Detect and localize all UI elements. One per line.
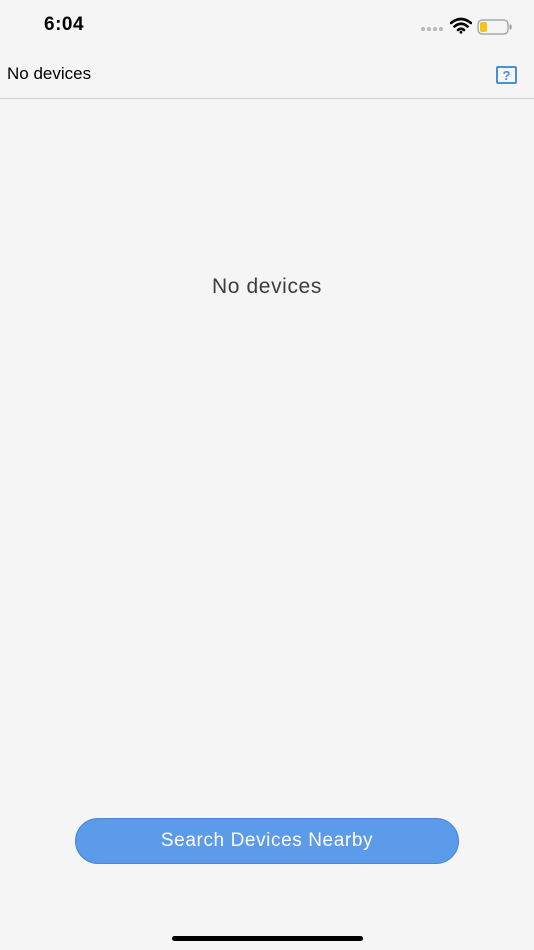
nav-bar: No devices ? <box>0 50 534 99</box>
nav-title: No devices <box>7 64 92 83</box>
wifi-icon <box>450 17 472 34</box>
status-time: 6:04 <box>44 14 85 35</box>
status-bar: 6:04 <box>0 0 534 50</box>
home-indicator[interactable] <box>172 936 363 941</box>
help-icon[interactable]: ? <box>496 66 517 84</box>
empty-state-message: No devices <box>212 275 322 298</box>
cellular-signal-icon <box>421 27 443 31</box>
battery-icon <box>477 19 512 35</box>
search-devices-button[interactable]: Search Devices Nearby <box>75 818 459 864</box>
